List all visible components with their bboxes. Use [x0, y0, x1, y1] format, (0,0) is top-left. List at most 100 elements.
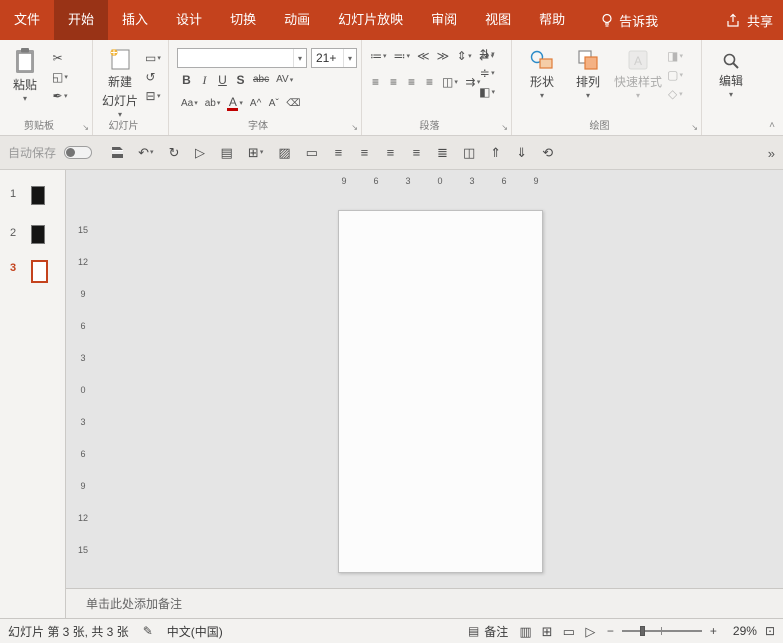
align-center-button[interactable]: ≡ — [359, 146, 370, 159]
shapes-button[interactable]: 形状 ▾ — [522, 49, 562, 100]
send-backward-button[interactable]: ⇓ — [516, 146, 527, 159]
redo-button[interactable]: ↻ — [169, 146, 180, 159]
ribbon-tab-design[interactable]: 设计 — [162, 0, 216, 40]
language-status[interactable]: 中文(中国) — [167, 623, 223, 640]
proofing-icon[interactable]: ✎ — [143, 624, 153, 638]
zoom-out-button[interactable]: − — [607, 624, 614, 638]
print-preview-button[interactable]: ▤ — [221, 146, 233, 159]
italic-button[interactable]: I — [199, 74, 210, 86]
toggle-knob — [66, 148, 75, 157]
font-color-button[interactable]: A▾ — [227, 96, 243, 111]
align-text-button[interactable]: ≑▾ — [479, 67, 495, 79]
slide-sorter-view-button[interactable]: ⊞ — [542, 625, 553, 638]
convert-smartart-button[interactable]: ⇉▾ — [465, 76, 481, 88]
collapse-ribbon-button[interactable]: ˄ — [769, 120, 775, 131]
bullets-button[interactable]: ≔▾ — [370, 50, 387, 62]
insert-table-button[interactable]: ⊞▾ — [248, 146, 264, 159]
insert-picture-button[interactable]: ▨ — [278, 146, 290, 159]
smartart-button[interactable]: ◧▾ — [479, 86, 495, 98]
align-left-button[interactable]: ≡ — [370, 76, 381, 88]
align-right-button[interactable]: ≡ — [385, 146, 396, 159]
drawing-dialog-launcher[interactable]: ↘ — [691, 124, 698, 132]
new-slide-button[interactable]: 新建 幻灯片 ▾ — [99, 47, 141, 119]
slide-thumbnail-2[interactable]: 2 — [0, 225, 66, 255]
copy-button[interactable]: ◱▾ — [52, 71, 68, 83]
insert-textbox-button[interactable]: ▭ — [306, 146, 318, 159]
align-left-button[interactable]: ≡ — [333, 146, 344, 159]
text-shadow-button[interactable]: S — [235, 74, 246, 86]
cut-button[interactable]: ✂ — [52, 52, 68, 64]
font-name-select[interactable]: ▾ — [177, 48, 307, 68]
align-center-button[interactable]: ≡ — [388, 76, 399, 88]
ribbon-tab-view[interactable]: 视图 — [471, 0, 525, 40]
notes-pane[interactable]: 单击此处添加备注 — [66, 588, 783, 618]
notes-toggle-button[interactable]: ▤ 备注 — [468, 623, 508, 640]
zoom-in-button[interactable]: + — [710, 624, 717, 638]
font-size-select[interactable]: 21+ ▾ — [311, 48, 357, 68]
save-button[interactable] — [112, 147, 123, 158]
columns-button[interactable]: ◫ — [463, 146, 475, 159]
align-right-button[interactable]: ≡ — [406, 76, 417, 88]
clipboard-dialog-launcher[interactable]: ↘ — [82, 124, 89, 132]
ribbon-tab-home[interactable]: 开始 — [54, 0, 108, 40]
format-painter-button[interactable]: ✒▾ — [52, 90, 68, 102]
shape-effects-button[interactable]: ◇▾ — [667, 88, 683, 100]
arrange-button[interactable]: 排列 ▾ — [568, 49, 608, 100]
strikethrough-button[interactable]: abc — [253, 75, 269, 85]
slide-show-view-button[interactable]: ▷ — [585, 625, 596, 638]
decrease-indent-button[interactable]: ≪ — [417, 50, 430, 62]
distribute-button[interactable]: ≣ — [437, 146, 448, 159]
undo-button[interactable]: ↶▾ — [138, 146, 154, 159]
increase-font-size-button[interactable]: A^ — [250, 99, 261, 109]
fit-to-window-button[interactable]: ⊡ — [765, 624, 775, 638]
reset-slide-button[interactable]: ↺ — [145, 71, 161, 83]
ribbon-tab-slideshow[interactable]: 幻灯片放映 — [324, 0, 417, 40]
text-highlight-button[interactable]: ab▾ — [205, 99, 221, 109]
ribbon-tab-animations[interactable]: 动画 — [270, 0, 324, 40]
justify-button[interactable]: ≡ — [411, 146, 422, 159]
section-button[interactable]: ⊟▾ — [145, 90, 161, 102]
start-slideshow-button[interactable]: ▷ — [195, 146, 206, 159]
increase-indent-button[interactable]: ≫ — [437, 50, 450, 62]
decrease-font-size-button[interactable]: Aˇ — [268, 99, 279, 109]
editing-button[interactable]: 编辑 ▾ — [713, 52, 749, 99]
reading-view-button[interactable]: ▭ — [563, 625, 575, 638]
ribbon-tab-insert[interactable]: 插入 — [108, 0, 162, 40]
justify-icon: ≡ — [424, 76, 435, 88]
more-commands-button[interactable]: » — [768, 136, 775, 170]
slide-thumbnail-3[interactable]: 3 — [0, 260, 66, 290]
columns-button[interactable]: ◫▾ — [442, 76, 458, 88]
change-case-button[interactable]: Aa▾ — [181, 99, 198, 109]
numbering-button[interactable]: ≕▾ — [394, 50, 411, 62]
paragraph-dialog-launcher[interactable]: ↘ — [501, 124, 508, 132]
zoom-level[interactable]: 29% — [725, 624, 757, 638]
ribbon-tab-help[interactable]: 帮助 — [525, 0, 579, 40]
slide-layout-button[interactable]: ▭▾ — [145, 52, 161, 64]
font-dialog-launcher[interactable]: ↘ — [351, 124, 358, 132]
justify-button[interactable]: ≡ — [424, 76, 435, 88]
slide-thumbnail-1[interactable]: 1 — [0, 186, 66, 216]
bring-forward-button[interactable]: ⇑ — [490, 146, 501, 159]
vertical-text-button[interactable]: ⇅▾ — [479, 48, 495, 60]
quick-styles-button[interactable]: A 快速样式 ▾ — [612, 49, 664, 100]
shape-fill-button[interactable]: ◨▾ — [667, 50, 683, 62]
autosave-toggle[interactable] — [64, 146, 92, 159]
zoom-slider[interactable] — [622, 625, 702, 637]
rotate-button[interactable]: ⟲ — [542, 146, 553, 159]
underline-button[interactable]: U — [217, 74, 228, 86]
character-spacing-button[interactable]: AV▾ — [276, 75, 293, 85]
slide-canvas[interactable] — [338, 210, 543, 573]
ribbon-tab-review[interactable]: 审阅 — [417, 0, 471, 40]
section-dropdown-caret: ▾ — [157, 93, 161, 100]
shape-outline-button[interactable]: ▢▾ — [667, 69, 683, 81]
share-button[interactable]: 共享 — [726, 0, 773, 40]
clear-formatting-button[interactable]: ⌫ — [286, 99, 300, 109]
bold-button[interactable]: B — [181, 74, 192, 86]
line-spacing-button[interactable]: ⇕▾ — [456, 50, 472, 62]
ribbon-tab-file[interactable]: 文件 — [0, 0, 54, 40]
paste-button[interactable]: 粘贴 ▾ — [8, 47, 42, 103]
tell-me-button[interactable]: 告诉我 — [601, 11, 658, 30]
normal-view-button[interactable]: ▥ — [519, 625, 531, 638]
ribbon-tab-transitions[interactable]: 切换 — [216, 0, 270, 40]
zoom-slider-thumb[interactable] — [640, 626, 645, 636]
